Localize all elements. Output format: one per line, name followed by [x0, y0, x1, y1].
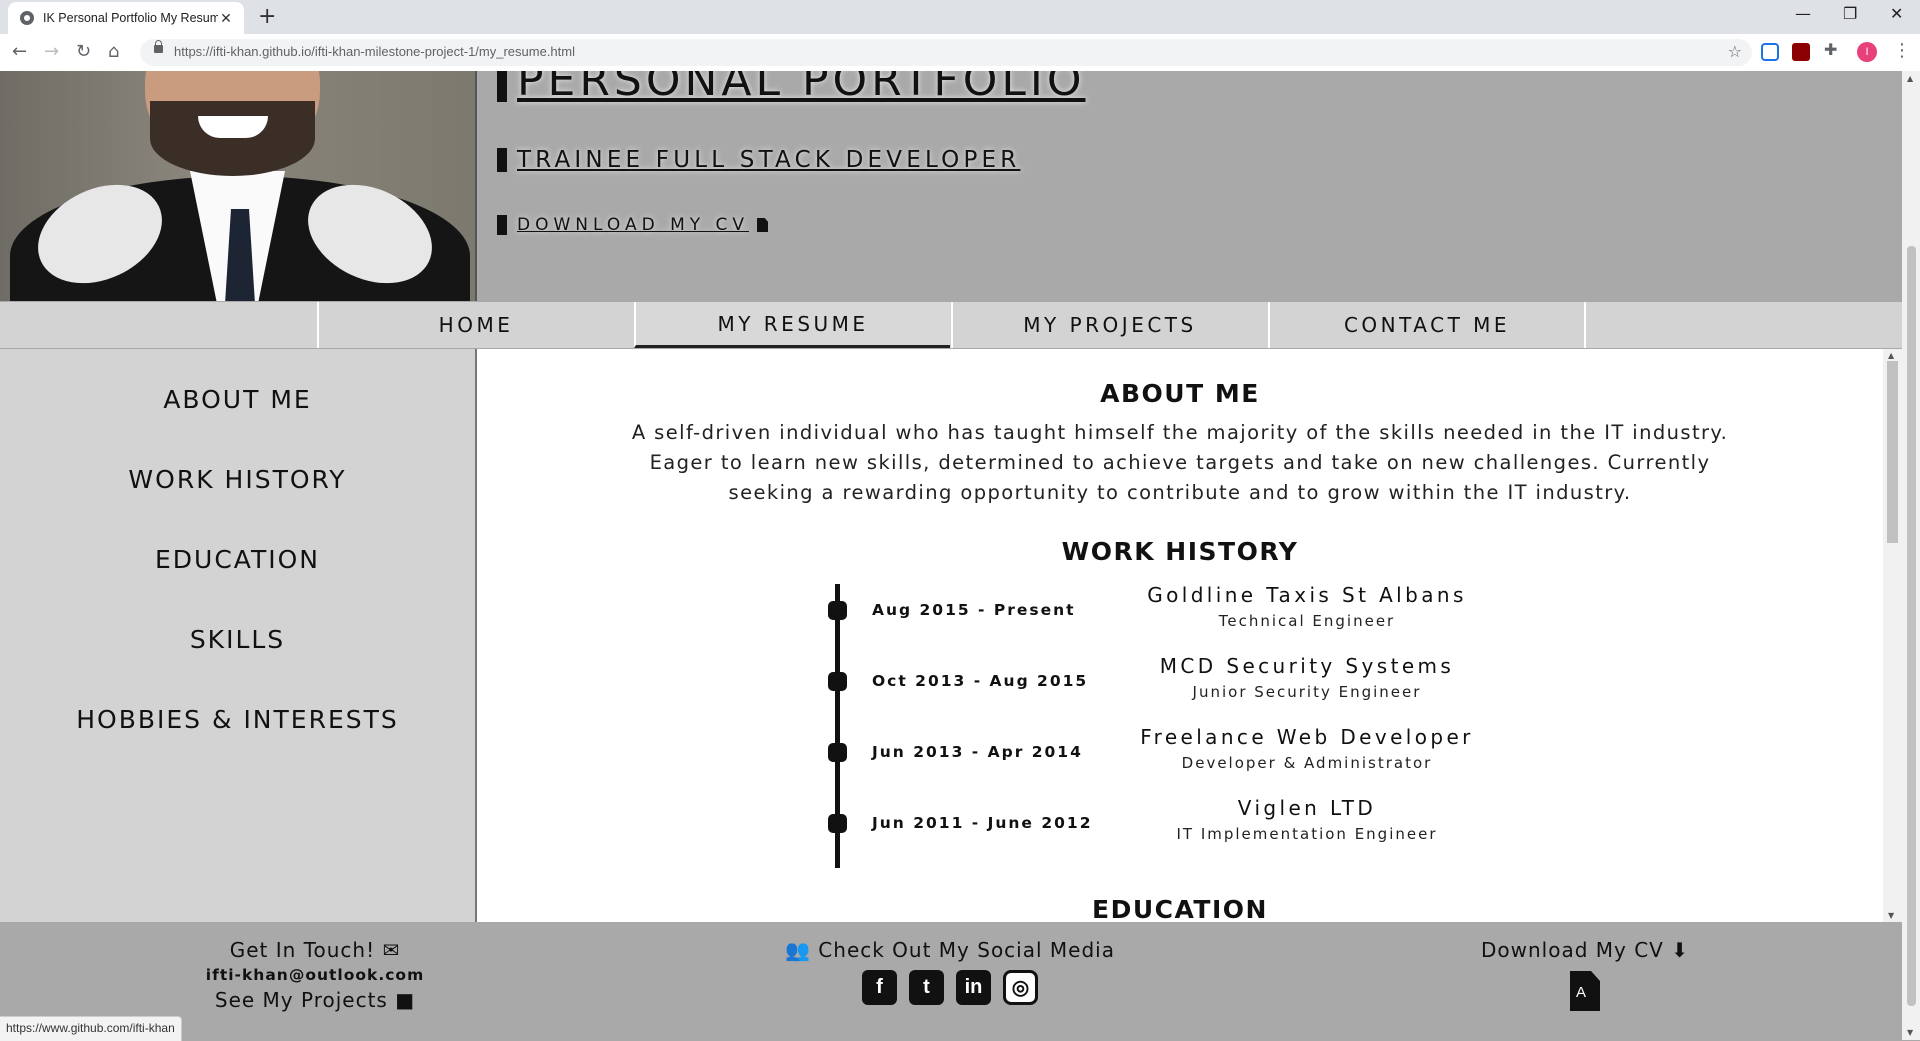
sidebar-item-education[interactable]: EDUCATION: [0, 545, 475, 574]
work-company: Freelance Web Developer: [1140, 725, 1474, 749]
folder-icon: ■: [395, 988, 416, 1012]
browser-tab[interactable]: IK Personal Portfolio My Resume ✕: [8, 2, 244, 34]
tab-title: IK Personal Portfolio My Resume: [43, 11, 218, 25]
sidebar-item-work-history[interactable]: WORK HISTORY: [0, 465, 475, 494]
home-icon[interactable]: ⌂: [108, 41, 119, 62]
work-date: Oct 2013 - Aug 2015: [872, 672, 1089, 690]
linkedin-icon[interactable]: in: [956, 970, 991, 1005]
work-role: IT Implementation Engineer: [1176, 825, 1438, 843]
browser-menu-icon[interactable]: ⋮: [1893, 40, 1911, 61]
contact-title: Get In Touch!: [229, 938, 376, 962]
github-icon[interactable]: ◎: [1003, 970, 1038, 1005]
bookmark-star-icon[interactable]: ☆: [1728, 42, 1742, 61]
content-scroll-thumb[interactable]: [1887, 361, 1898, 543]
profile-photo: [0, 71, 475, 301]
arrow-circle-down-icon: ⬇: [1671, 938, 1689, 962]
browser-tabstrip: IK Personal Portfolio My Resume ✕ + — ❐ …: [0, 0, 1920, 34]
work-role: Technical Engineer: [1218, 612, 1396, 630]
see-projects-link[interactable]: See My Projects: [215, 988, 388, 1012]
back-arrow-icon[interactable]: ←: [12, 41, 27, 62]
hero-title: PERSONAL PORTFOLIO: [497, 71, 1085, 106]
extension-pdf-icon[interactable]: [1792, 43, 1810, 61]
hero-subtitle-text: TRAINEE FULL STACK DEVELOPER: [517, 147, 1021, 173]
sidebar-item-about-me[interactable]: ABOUT ME: [0, 385, 475, 414]
extension-hex-icon[interactable]: [1761, 43, 1779, 61]
work-heading: WORK HISTORY: [1061, 537, 1299, 566]
minimize-button[interactable]: —: [1795, 4, 1811, 23]
page-scroll-thumb[interactable]: [1907, 246, 1916, 1006]
work-company: MCD Security Systems: [1159, 654, 1455, 678]
timeline-dot: [828, 814, 847, 833]
address-bar[interactable]: https://ifti-khan.github.io/ifti-khan-mi…: [140, 39, 1752, 66]
nav-my-resume[interactable]: MY RESUME: [634, 302, 950, 348]
education-heading: EDUCATION: [1092, 895, 1268, 922]
footer-email[interactable]: ifti-khan@outlook.com: [170, 966, 460, 984]
footer-cv: Download My CV ⬇ A: [1440, 938, 1730, 1011]
work-company: Viglen LTD: [1237, 796, 1377, 820]
download-cv-link[interactable]: DOWNLOAD MY CV: [497, 215, 769, 235]
work-role: Developer & Administrator: [1181, 754, 1433, 772]
work-date: Aug 2015 - Present: [872, 601, 1076, 619]
about-heading: ABOUT ME: [1100, 379, 1260, 408]
content-scrollbar[interactable]: ▲ ▼: [1883, 349, 1902, 922]
reload-icon[interactable]: ↻: [76, 41, 91, 62]
social-title: Check Out My Social Media: [818, 938, 1115, 962]
hero-subtitle: TRAINEE FULL STACK DEVELOPER: [497, 147, 1020, 173]
page-footer: Get In Touch! ✉ ifti-khan@outlook.com Se…: [0, 924, 1902, 1040]
download-cv-footer-text[interactable]: Download My CV: [1481, 938, 1664, 962]
envelope-icon: ✉: [382, 938, 401, 962]
work-date: Jun 2013 - Apr 2014: [872, 743, 1083, 761]
status-url-bubble: https://www.github.com/ifti-khan: [0, 1016, 182, 1041]
tab-close-icon[interactable]: ✕: [218, 10, 234, 27]
url-text[interactable]: https://ifti-khan.github.io/ifti-khan-mi…: [174, 44, 575, 59]
work-role: Junior Security Engineer: [1192, 683, 1422, 701]
page-scrollbar[interactable]: ▲ ▼: [1902, 71, 1920, 1040]
work-company: Goldline Taxis St Albans: [1147, 583, 1467, 607]
timeline-dot: [828, 672, 847, 691]
resume-sidebar: ABOUT ME WORK HISTORY EDUCATION SKILLS H…: [0, 349, 475, 922]
file-download-icon: [757, 218, 769, 232]
extensions-puzzle-icon[interactable]: ✚: [1824, 40, 1842, 59]
footer-contact: Get In Touch! ✉ ifti-khan@outlook.com Se…: [170, 938, 460, 1012]
nav-home[interactable]: HOME: [317, 302, 633, 348]
timeline-dot: [828, 601, 847, 620]
twitter-icon[interactable]: t: [909, 970, 944, 1005]
nav-my-projects[interactable]: MY PROJECTS: [951, 302, 1267, 348]
pdf-file-icon[interactable]: A: [1570, 971, 1600, 1011]
resume-content: ABOUT ME A self-driven individual who ha…: [477, 349, 1883, 922]
profile-avatar[interactable]: I: [1857, 42, 1877, 62]
browser-toolbar: ← → ↻ ⌂ https://ifti-khan.github.io/ifti…: [0, 34, 1920, 72]
nav-contact-me[interactable]: CONTACT ME: [1268, 302, 1584, 348]
timeline-dot: [828, 743, 847, 762]
hero-title-text: PERSONAL PORTFOLIO: [517, 71, 1086, 106]
main-nav: HOME MY RESUME MY PROJECTS CONTACT ME: [0, 302, 1902, 348]
download-cv-text[interactable]: DOWNLOAD MY CV: [517, 215, 749, 235]
about-text: A self-driven individual who has taught …: [631, 421, 1729, 504]
restore-button[interactable]: ❐: [1843, 4, 1857, 23]
hero-section: PERSONAL PORTFOLIO TRAINEE FULL STACK DE…: [0, 71, 1902, 301]
site-favicon-icon: [20, 11, 34, 25]
forward-arrow-icon[interactable]: →: [44, 41, 59, 62]
close-window-button[interactable]: ✕: [1890, 4, 1903, 23]
facebook-icon[interactable]: f: [862, 970, 897, 1005]
sidebar-item-hobbies[interactable]: HOBBIES & INTERESTS: [0, 705, 475, 734]
sidebar-item-skills[interactable]: SKILLS: [0, 625, 475, 654]
page-viewport: PERSONAL PORTFOLIO TRAINEE FULL STACK DE…: [0, 71, 1902, 1040]
new-tab-button[interactable]: +: [258, 4, 276, 29]
lock-icon: [154, 40, 163, 53]
users-icon: 👥: [785, 938, 811, 962]
footer-social: 👥 Check Out My Social Media f t in ◎: [780, 938, 1120, 1005]
